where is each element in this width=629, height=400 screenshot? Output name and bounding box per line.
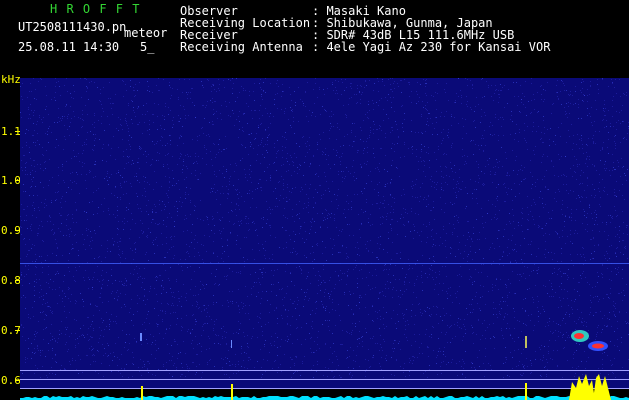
spectrogram-plot	[20, 78, 629, 400]
hrofft-window: H R O F F T UT2508111430.pn meteor 25.08…	[0, 0, 629, 400]
info-antenna-value: : 4ele Yagi Az 230 for Kansai VOR	[312, 40, 551, 54]
carrier-line	[20, 263, 629, 264]
frame-number: 5_	[140, 40, 155, 54]
level-peak	[231, 384, 233, 400]
level-peak	[141, 386, 143, 400]
streak	[231, 340, 232, 348]
spectrogram-svg	[20, 78, 629, 400]
brand-title: H R O F F T	[50, 2, 141, 16]
y-axis-unit: kHz	[1, 73, 21, 86]
reference-line	[20, 370, 629, 371]
info-antenna-label: Receiving Antenna	[180, 40, 303, 54]
filename: UT2508111430.pn	[18, 20, 127, 34]
meteor-echo-core	[592, 343, 604, 349]
meteor-echo-core	[574, 333, 584, 339]
reference-line	[20, 379, 629, 380]
streak	[525, 336, 527, 348]
streak	[140, 333, 142, 341]
level-peak	[525, 383, 527, 400]
reference-line	[20, 388, 629, 389]
datetime: 25.08.11 14:30	[18, 40, 120, 54]
spectrogram-background	[20, 78, 629, 400]
filename-suffix: meteor	[124, 26, 168, 40]
